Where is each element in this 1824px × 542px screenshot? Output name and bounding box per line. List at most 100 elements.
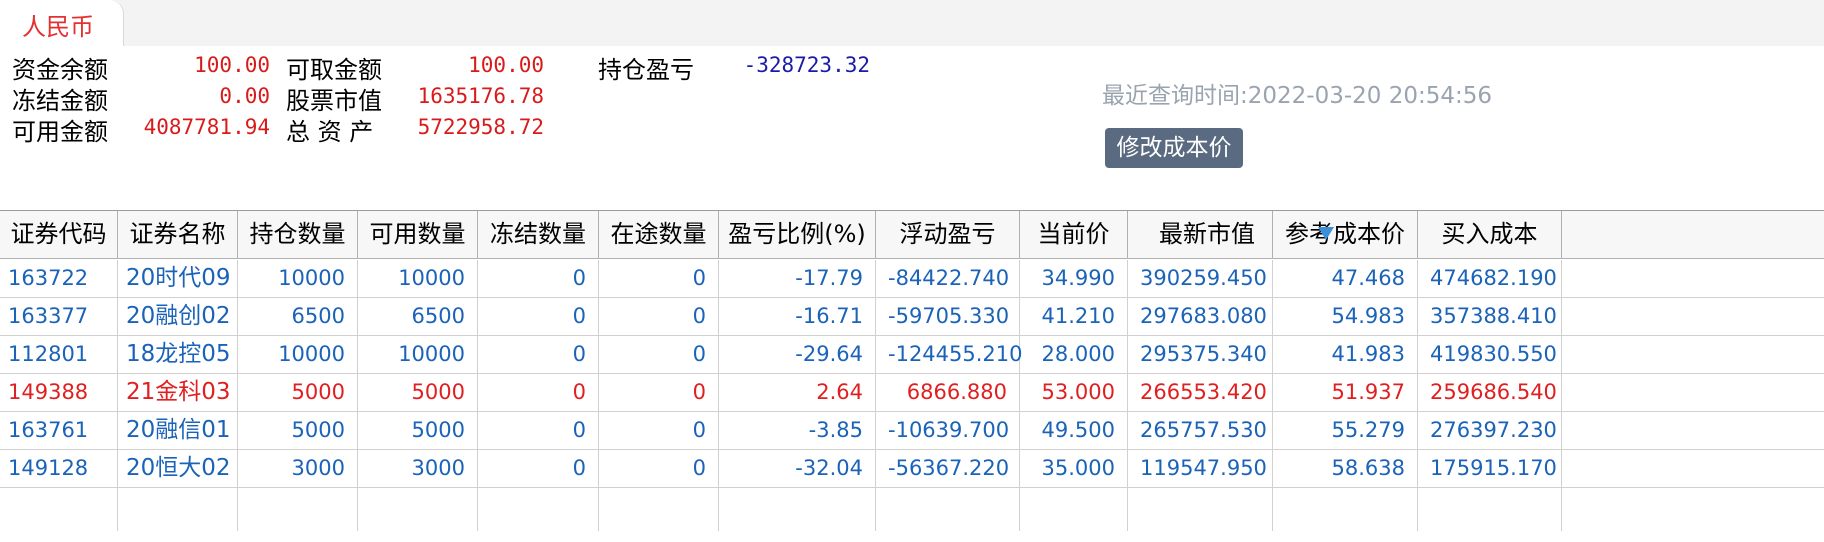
table-row[interactable]: 163377 20融创02 6500 6500 0 0 -16.71 -59705.330 41… (0, 298, 1824, 336)
cell-available-qty: 3000 (358, 450, 478, 487)
cell-name: 20融创02 (118, 298, 238, 335)
cell-frozen-qty: 0 (478, 336, 599, 373)
cell-transit-qty: 0 (599, 298, 719, 335)
tab-rmb[interactable]: 人民币 (0, 0, 124, 46)
cell-position-qty: 6500 (238, 298, 358, 335)
column-header-latest-value[interactable]: 最新市值 (1128, 211, 1273, 258)
column-header-transit-qty[interactable]: 在途数量 (599, 211, 719, 258)
column-header-position-qty[interactable]: 持仓数量 (238, 211, 358, 258)
cell-pnl-ratio: -16.71 (719, 298, 876, 335)
position-pnl-label: 持仓盈亏 (598, 56, 694, 84)
cell-latest-value: 390259.450 (1128, 260, 1273, 297)
cell-floating-pnl: 6866.880 (876, 374, 1020, 411)
cell-ref-cost-price: 54.983 (1273, 298, 1418, 335)
cell-frozen-qty: 0 (478, 260, 599, 297)
column-header-pnl-ratio[interactable]: 盈亏比例(%) (719, 211, 876, 258)
column-header-available-qty[interactable]: 可用数量 (358, 211, 478, 258)
fund-balance-value: 100.00 (194, 53, 270, 77)
cell-latest-value: 119547.950 (1128, 450, 1273, 487)
available-value: 4087781.94 (143, 115, 270, 139)
cell-latest-value: 297683.080 (1128, 298, 1273, 335)
cell-buy-cost: 474682.190 (1418, 260, 1562, 297)
cell-position-qty: 10000 (238, 336, 358, 373)
cell-available-qty: 6500 (358, 298, 478, 335)
empty-table-row (0, 488, 1824, 531)
cell-pnl-ratio: -3.85 (719, 412, 876, 449)
cell-available-qty: 10000 (358, 260, 478, 297)
column-header-frozen-qty[interactable]: 冻结数量 (478, 211, 599, 258)
empty-cell (358, 488, 478, 531)
currency-tabbar: 人民币 (0, 0, 1824, 46)
cell-ref-cost-price: 55.279 (1273, 412, 1418, 449)
stock-value-label: 股票市值 (286, 87, 382, 115)
tab-rmb-label: 人民币 (22, 13, 94, 41)
cell-floating-pnl: -124455.210 (876, 336, 1023, 373)
cell-code: 163377 (0, 298, 118, 335)
withdrawable-label: 可取金额 (286, 56, 382, 84)
cell-latest-value: 266553.420 (1128, 374, 1273, 411)
column-header-buy-cost[interactable]: 买入成本 (1418, 211, 1562, 258)
positions-table: 证券代码 证券名称 持仓数量 可用数量 冻结数量 在途数量 盈亏比例(%) 浮动盈亏 当前价 最新… (0, 210, 1824, 542)
fund-balance-label: 资金余额 (12, 56, 108, 84)
column-header-code[interactable]: 证券代码 (0, 211, 118, 258)
cell-current-price: 35.000 (1020, 450, 1128, 487)
total-assets-value: 5722958.72 (417, 115, 544, 139)
edit-cost-price-button[interactable]: 修改成本价 (1105, 128, 1243, 168)
cell-code: 112801 (0, 336, 118, 373)
cell-latest-value: 265757.530 (1128, 412, 1273, 449)
cell-pnl-ratio: -32.04 (719, 450, 876, 487)
column-header-name[interactable]: 证券名称 (118, 211, 238, 258)
frozen-value: 0.00 (219, 84, 270, 108)
cell-code: 149128 (0, 450, 118, 487)
cell-name: 20恒大02 (118, 450, 238, 487)
cell-current-price: 34.990 (1020, 260, 1128, 297)
cell-code: 163761 (0, 412, 118, 449)
empty-cell (1418, 488, 1562, 531)
cell-buy-cost: 357388.410 (1418, 298, 1562, 335)
cell-current-price: 49.500 (1020, 412, 1128, 449)
empty-cell (1020, 488, 1128, 531)
cell-position-qty: 5000 (238, 374, 358, 411)
column-header-ref-cost-price[interactable]: 参考成本价 (1273, 211, 1418, 258)
empty-cell (1128, 488, 1273, 531)
cell-pnl-ratio: -17.79 (719, 260, 876, 297)
table-header: 证券代码 证券名称 持仓数量 可用数量 冻结数量 在途数量 盈亏比例(%) 浮动盈亏 当前价 最新… (0, 211, 1824, 259)
cell-transit-qty: 0 (599, 260, 719, 297)
cell-current-price: 28.000 (1020, 336, 1128, 373)
cell-current-price: 53.000 (1020, 374, 1128, 411)
table-row[interactable]: 163722 20时代09 10000 10000 0 0 -17.79 -84422.740… (0, 260, 1824, 298)
sort-descending-icon[interactable] (1318, 227, 1334, 240)
cell-buy-cost: 175915.170 (1418, 450, 1562, 487)
cell-position-qty: 10000 (238, 260, 358, 297)
cell-position-qty: 5000 (238, 412, 358, 449)
cell-pnl-ratio: -29.64 (719, 336, 876, 373)
table-row[interactable]: 149388 21金科03 5000 5000 0 0 2.64 6866.880 53.000… (0, 374, 1824, 412)
cell-name: 20融信01 (118, 412, 238, 449)
cell-floating-pnl: -84422.740 (876, 260, 1020, 297)
cell-floating-pnl: -10639.700 (876, 412, 1020, 449)
cell-ref-cost-price: 51.937 (1273, 374, 1418, 411)
cell-transit-qty: 0 (599, 450, 719, 487)
cell-available-qty: 5000 (358, 412, 478, 449)
cell-ref-cost-price: 58.638 (1273, 450, 1418, 487)
cell-buy-cost: 276397.230 (1418, 412, 1562, 449)
table-row[interactable]: 163761 20融信01 5000 5000 0 0 -3.85 -10639.700 49.… (0, 412, 1824, 450)
frozen-label: 冻结金额 (12, 87, 108, 115)
empty-cell (719, 488, 876, 531)
cell-available-qty: 10000 (358, 336, 478, 373)
cell-frozen-qty: 0 (478, 412, 599, 449)
empty-cell (238, 488, 358, 531)
column-header-current-price[interactable]: 当前价 (1020, 211, 1128, 258)
cell-current-price: 41.210 (1020, 298, 1128, 335)
cell-floating-pnl: -56367.220 (876, 450, 1020, 487)
cell-name: 21金科03 (118, 374, 238, 411)
cell-transit-qty: 0 (599, 374, 719, 411)
empty-cell (0, 488, 118, 531)
total-assets-label: 总 资 产 (286, 118, 374, 146)
cell-pnl-ratio: 2.64 (719, 374, 876, 411)
withdrawable-value: 100.00 (468, 53, 544, 77)
available-label: 可用金额 (12, 118, 108, 146)
column-header-floating-pnl[interactable]: 浮动盈亏 (876, 211, 1020, 258)
table-row[interactable]: 112801 18龙控05 10000 10000 0 0 -29.64 -124455.21… (0, 336, 1824, 374)
table-row[interactable]: 149128 20恒大02 3000 3000 0 0 -32.04 -56367.220 35… (0, 450, 1824, 488)
